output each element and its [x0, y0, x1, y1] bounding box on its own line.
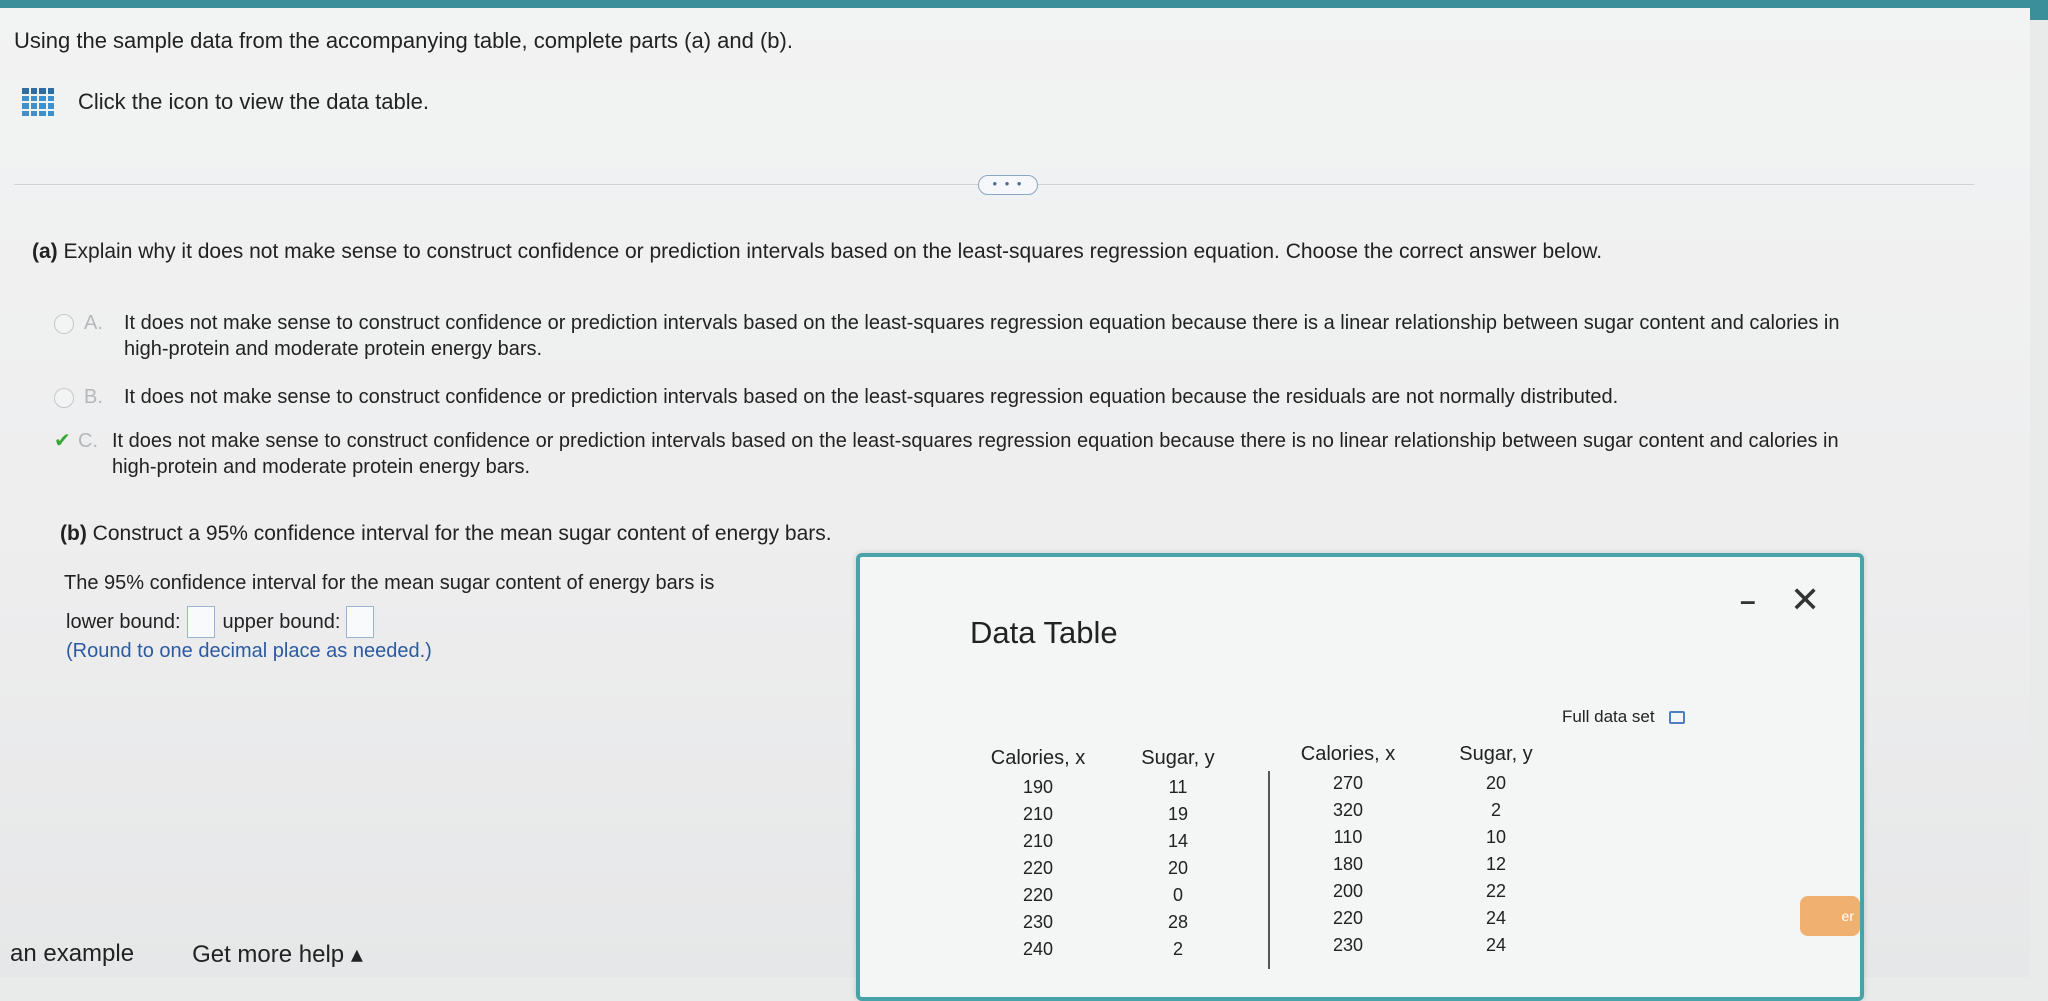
part-a-label: (a): [32, 240, 58, 263]
column-header: Calories, x: [1300, 743, 1396, 765]
table-cell: 20: [1485, 773, 1507, 793]
data-table-window: Data Table – ✕ Full data set Calories, x…: [856, 553, 1864, 1001]
expand-more-button[interactable]: • • •: [978, 175, 1038, 195]
part-b-prompt: (b) Construct a 95% confidence interval …: [60, 522, 832, 546]
table-cell: 10: [1485, 827, 1507, 847]
table-cell: 22: [1485, 881, 1507, 901]
choice-a-text: It does not make sense to construct conf…: [124, 312, 1840, 360]
table-cell: 20: [1167, 858, 1189, 878]
table-cell: 12: [1485, 854, 1507, 874]
upper-bound-input[interactable]: [346, 606, 375, 638]
table-cell: 19: [1167, 804, 1189, 824]
data-table-icon[interactable]: [22, 88, 54, 116]
data-table-link[interactable]: Click the icon to view the data table.: [22, 88, 429, 116]
full-data-set-link[interactable]: Full data set: [1562, 707, 1685, 727]
bounds-row: lower bound: upper bound:: [66, 606, 382, 638]
rounding-note: (Round to one decimal place as needed.): [66, 640, 432, 662]
column-sugar-left: Sugar, y 11 19 14 20 0 28 2: [1128, 747, 1228, 963]
table-cell: 11: [1168, 777, 1188, 797]
column-header: Sugar, y: [1459, 743, 1533, 765]
part-b-label: (b): [60, 522, 87, 545]
column-calories-right: Calories, x 270 320 110 180 200 220 230: [1288, 743, 1408, 959]
radio-b-icon[interactable]: [54, 388, 74, 408]
table-cell: 0: [1172, 885, 1183, 905]
part-b-text: Construct a 95% confidence interval for …: [92, 522, 832, 545]
table-cell: 210: [1022, 831, 1054, 851]
table-cell: 2: [1172, 939, 1183, 959]
view-example-link[interactable]: an example: [10, 940, 134, 969]
ci-sentence: The 95% confidence interval for the mean…: [64, 572, 715, 594]
table-cell: 14: [1167, 831, 1189, 851]
minimize-icon[interactable]: –: [1740, 585, 1756, 617]
table-cell: 24: [1485, 908, 1507, 928]
choice-b-letter: B.: [84, 386, 103, 408]
table-cell: 240: [1022, 939, 1054, 959]
checkmark-icon: ✔: [54, 430, 71, 452]
column-separator: [1268, 771, 1270, 969]
table-cell: 2: [1490, 800, 1501, 820]
table-cell: 180: [1332, 854, 1364, 874]
next-question-button[interactable]: er: [1800, 896, 1860, 936]
choice-b[interactable]: B. It does not make sense to construct c…: [54, 384, 1884, 410]
table-cell: 230: [1022, 912, 1054, 932]
column-header: Sugar, y: [1141, 747, 1215, 769]
choice-c[interactable]: ✔ C. It does not make sense to construct…: [54, 428, 1872, 480]
column-calories-left: Calories, x 190 210 210 220 220 230 240: [978, 747, 1098, 963]
column-header: Calories, x: [990, 747, 1086, 769]
table-cell: 220: [1022, 858, 1054, 878]
column-sugar-right: Sugar, y 20 2 10 12 22 24 24: [1446, 743, 1546, 959]
footer-links: an example Get more help ▴: [0, 940, 363, 969]
table-cell: 200: [1332, 881, 1364, 901]
choice-c-letter: C.: [78, 430, 98, 452]
table-cell: 24: [1485, 935, 1507, 955]
table-cell: 210: [1022, 804, 1054, 824]
choice-b-text: It does not make sense to construct conf…: [124, 386, 1619, 408]
copy-data-icon[interactable]: [1668, 710, 1685, 724]
question-page: Using the sample data from the accompany…: [0, 8, 2030, 1001]
upper-bound-label: upper bound:: [222, 610, 341, 633]
radio-a-icon[interactable]: [54, 314, 74, 334]
data-table-title: Data Table: [970, 615, 1118, 650]
table-cell: 28: [1167, 912, 1189, 932]
close-icon[interactable]: ✕: [1790, 579, 1820, 621]
part-a-text: Explain why it does not make sense to co…: [63, 240, 1603, 263]
data-table-hint: Click the icon to view the data table.: [78, 89, 429, 114]
table-cell: 320: [1332, 800, 1364, 820]
table-cell: 230: [1332, 935, 1364, 955]
table-cell: 220: [1022, 885, 1054, 905]
table-cell: 270: [1332, 773, 1364, 793]
table-cell: 110: [1333, 827, 1363, 847]
part-a-prompt: (a) Explain why it does not make sense t…: [32, 240, 1602, 264]
question-title: Using the sample data from the accompany…: [14, 28, 793, 53]
choice-c-text: It does not make sense to construct conf…: [112, 430, 1839, 478]
choice-a-letter: A.: [84, 312, 103, 334]
choice-a[interactable]: A. It does not make sense to construct c…: [54, 310, 1884, 362]
get-more-help-button[interactable]: Get more help ▴: [192, 940, 363, 969]
table-cell: 190: [1022, 777, 1054, 797]
lower-bound-input[interactable]: [186, 606, 215, 638]
lower-bound-label: lower bound:: [66, 610, 181, 633]
full-data-set-label: Full data set: [1562, 707, 1655, 726]
table-cell: 220: [1332, 908, 1364, 928]
